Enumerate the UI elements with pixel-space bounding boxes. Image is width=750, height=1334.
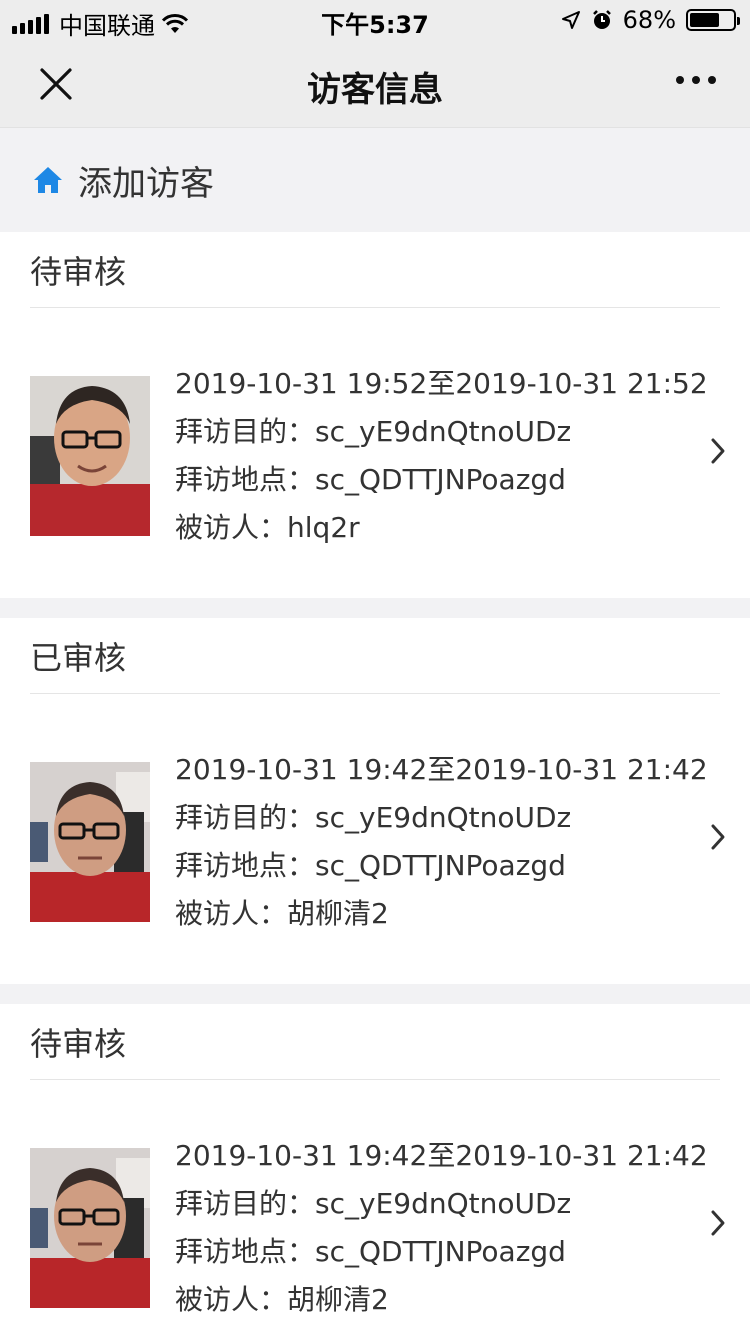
nav-bar: 访客信息 [0,40,750,128]
visit-status: 待审核 [30,232,720,308]
location-value: sc_QDTTJNPoazgd [315,1235,566,1268]
visit-purpose: 拜访目的：sc_yE9dnQtnoUDz [175,408,708,456]
visit-row[interactable]: 2019-10-31 19:42至2019-10-31 21:42 拜访目的：s… [0,1080,750,1334]
section-divider [0,984,750,1004]
add-visitor-button[interactable]: 添加访客 [0,128,750,232]
visit-location: 拜访地点：sc_QDTTJNPoazgd [175,456,708,504]
battery-icon [686,9,740,31]
home-icon [34,167,62,193]
visit-location: 拜访地点：sc_QDTTJNPoazgd [175,1228,708,1276]
purpose-value: sc_yE9dnQtnoUDz [315,801,572,834]
location-label: 拜访地点： [175,463,316,496]
visit-purpose: 拜访目的：sc_yE9dnQtnoUDz [175,794,708,842]
status-right: 68% [561,6,740,34]
visit-location: 拜访地点：sc_QDTTJNPoazgd [175,842,708,890]
alarm-icon [592,10,611,29]
visit-card: 待审核 2019-10-31 19:52至2019-10-31 21:52 拜访… [0,232,750,598]
add-visitor-label: 添加访客 [78,163,214,204]
visit-row[interactable]: 2019-10-31 19:52至2019-10-31 21:52 拜访目的：s… [0,308,750,598]
visit-host: 被访人：胡柳清2 [175,1276,708,1324]
purpose-value: sc_yE9dnQtnoUDz [315,1187,572,1220]
visit-row[interactable]: 2019-10-31 19:42至2019-10-31 21:42 拜访目的：s… [0,694,750,984]
location-arrow-icon [561,11,580,29]
visit-host: 被访人：胡柳清2 [175,890,708,938]
chevron-right-icon [711,1210,725,1236]
more-options-icon[interactable] [676,76,716,84]
page-title: 访客信息 [307,70,443,110]
visit-purpose: 拜访目的：sc_yE9dnQtnoUDz [175,1180,708,1228]
visit-card: 待审核 2019-10-31 19:42至2019-10-31 21:42 拜访… [0,1004,750,1334]
visit-card: 已审核 2019-10-31 19:42至2019-10-31 21:42 拜访… [0,618,750,984]
visitor-photo [30,762,150,922]
visit-time-range: 2019-10-31 19:42至2019-10-31 21:42 [175,1139,708,1172]
purpose-value: sc_yE9dnQtnoUDz [315,415,572,448]
visit-time-range: 2019-10-31 19:52至2019-10-31 21:52 [175,367,708,400]
visit-info: 2019-10-31 19:42至2019-10-31 21:42 拜访目的：s… [175,746,708,938]
visit-info: 2019-10-31 19:52至2019-10-31 21:52 拜访目的：s… [175,360,708,552]
visitor-photo [30,376,150,536]
host-label: 被访人： [175,1283,288,1316]
purpose-label: 拜访目的： [175,801,316,834]
battery-percent: 68% [622,6,676,34]
location-label: 拜访地点： [175,849,316,882]
location-value: sc_QDTTJNPoazgd [315,849,566,882]
host-label: 被访人： [175,511,288,544]
status-bar: 中国联通 下午5:37 68% [0,0,750,40]
location-value: sc_QDTTJNPoazgd [315,463,566,496]
battery-level [690,13,719,27]
host-label: 被访人： [175,897,288,930]
chevron-right-icon [711,438,725,464]
location-label: 拜访地点： [175,1235,316,1268]
visit-info: 2019-10-31 19:42至2019-10-31 21:42 拜访目的：s… [175,1132,708,1324]
visit-time-range: 2019-10-31 19:42至2019-10-31 21:42 [175,753,708,786]
section-divider [0,598,750,618]
chevron-right-icon [711,824,725,850]
host-value: 胡柳清2 [287,1283,389,1316]
visit-status: 已审核 [30,618,720,694]
visit-status: 待审核 [30,1004,720,1080]
purpose-label: 拜访目的： [175,1187,316,1220]
purpose-label: 拜访目的： [175,415,316,448]
host-value: hlq2r [287,511,360,544]
visitor-photo [30,1148,150,1308]
host-value: 胡柳清2 [287,897,389,930]
visit-host: 被访人：hlq2r [175,504,708,552]
